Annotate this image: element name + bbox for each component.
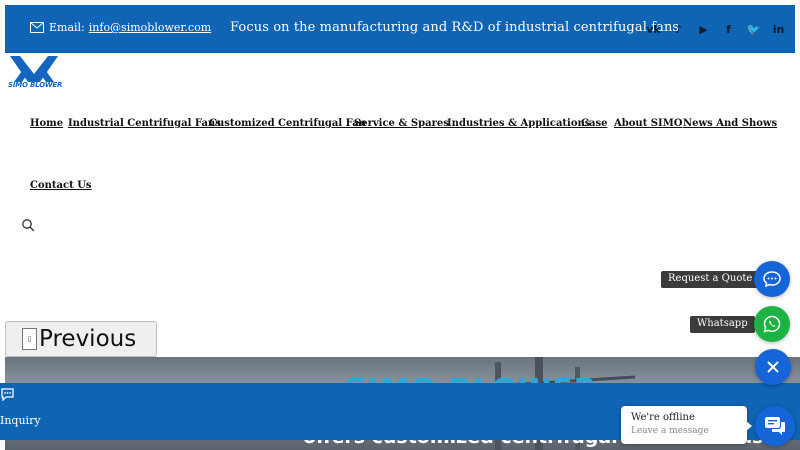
message-icon [1, 388, 14, 401]
logo-text: SIMO BLOWER [8, 81, 63, 89]
chat-status-bubble[interactable]: We're offline Leave a message [621, 406, 752, 444]
nav-contact-us[interactable]: Contact Us [30, 180, 92, 191]
chat-status-subtitle: Leave a message [631, 426, 709, 436]
nav-service-spares[interactable]: Service & Spares [354, 118, 449, 129]
chat-bubble-tail [746, 421, 752, 431]
search-icon[interactable] [21, 218, 35, 232]
close-actions-button[interactable] [755, 349, 791, 385]
request-quote-button[interactable] [754, 261, 790, 297]
chat-status-title: We're offline [631, 412, 695, 423]
slogan: Focus on the manufacturing and R&D of in… [230, 20, 680, 35]
broken-image-icon: ▯ [22, 328, 37, 350]
twitter-icon[interactable]: 🐦 [741, 18, 766, 40]
live-chat-icon [765, 417, 785, 435]
slider-previous-button[interactable]: ▯ Previous [5, 321, 157, 357]
previous-label: Previous [39, 326, 137, 352]
inquiry-label: Inquiry [0, 414, 41, 427]
linkedin-icon[interactable]: in [766, 18, 791, 40]
nav-home[interactable]: Home [30, 118, 63, 129]
logo-mark-icon [10, 56, 58, 82]
site-logo[interactable]: SIMO BLOWER [8, 56, 62, 90]
mail-icon [30, 22, 44, 33]
nav-news-and-shows[interactable]: News And Shows [683, 118, 777, 129]
nav-case[interactable]: Case [581, 118, 607, 129]
nav-customized-centrifugal-fan[interactable]: Customized Centrifugal Fan [209, 118, 366, 129]
close-icon [767, 361, 779, 373]
whatsapp-icon [763, 315, 781, 333]
social-links: vk ♪ ▶ f 🐦 in [641, 18, 791, 40]
nav-about-simo[interactable]: About SIMO [614, 118, 682, 129]
whatsapp-tooltip: Whatsapp [690, 316, 755, 333]
request-quote-tooltip: Request a Quote [661, 271, 760, 288]
top-bar: Email: info@simoblower.com Focus on the … [5, 5, 795, 53]
email-label: Email: [49, 21, 85, 34]
nav-industries-applications[interactable]: Industries & Applications [447, 118, 590, 129]
live-chat-button[interactable] [755, 406, 795, 446]
tiktok-icon[interactable]: ♪ [666, 18, 691, 40]
email-link[interactable]: info@simoblower.com [89, 21, 211, 34]
nav-industrial-centrifugal-fans[interactable]: Industrial Centrifugal Fans [68, 118, 221, 129]
youtube-icon[interactable]: ▶ [691, 18, 716, 40]
email-contact: Email: info@simoblower.com [30, 21, 211, 34]
facebook-icon[interactable]: f [716, 18, 741, 40]
whatsapp-button[interactable] [754, 306, 790, 342]
vk-icon[interactable]: vk [641, 18, 666, 40]
chat-bubble-icon [763, 271, 781, 288]
